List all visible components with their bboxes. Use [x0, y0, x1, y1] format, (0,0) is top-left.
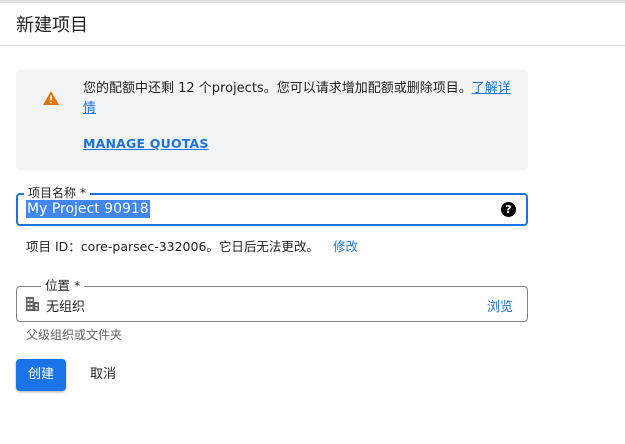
project-name-field[interactable]: 项目名称 * My Project 90918 ? [16, 186, 528, 226]
project-id-value: core-parsec-332006 [80, 239, 207, 254]
quota-message-text: 您的配额中还剩 12 个projects。您可以请求增加配额或删除项目。 [83, 81, 472, 96]
organization-icon [26, 297, 39, 311]
page-title: 新建项目 [16, 15, 88, 36]
cancel-button[interactable]: 取消 [82, 359, 124, 391]
location-field[interactable]: 位置 * 无组织 浏览 [16, 279, 528, 322]
project-id-row: 项目 ID：core-parsec-332006。它日后无法更改。 修改 [26, 236, 358, 255]
browse-button[interactable]: 浏览 [487, 296, 513, 315]
project-id-suffix: 。它日后无法更改。 [206, 239, 319, 254]
location-value: 无组织 [46, 300, 86, 315]
quota-alert-message: 您的配额中还剩 12 个projects。您可以请求增加配额或删除项目。了解详情 [83, 79, 513, 119]
project-name-input[interactable]: My Project 90918 [26, 200, 150, 218]
warning-icon [43, 91, 59, 105]
dialog-header: 新建项目 [0, 0, 625, 46]
help-icon[interactable]: ? [501, 202, 516, 217]
project-id-prefix: 项目 ID： [26, 239, 81, 254]
location-label: 位置 * [41, 279, 85, 293]
manage-quotas-link[interactable]: MANAGE QUOTAS [83, 136, 209, 151]
project-name-label: 项目名称 * [24, 186, 90, 200]
edit-project-id-link[interactable]: 修改 [333, 239, 358, 254]
quota-alert: 您的配额中还剩 12 个projects。您可以请求增加配额或删除项目。了解详情… [16, 70, 528, 170]
location-hint: 父级组织或文件夹 [26, 328, 123, 342]
create-button[interactable]: 创建 [16, 359, 66, 391]
